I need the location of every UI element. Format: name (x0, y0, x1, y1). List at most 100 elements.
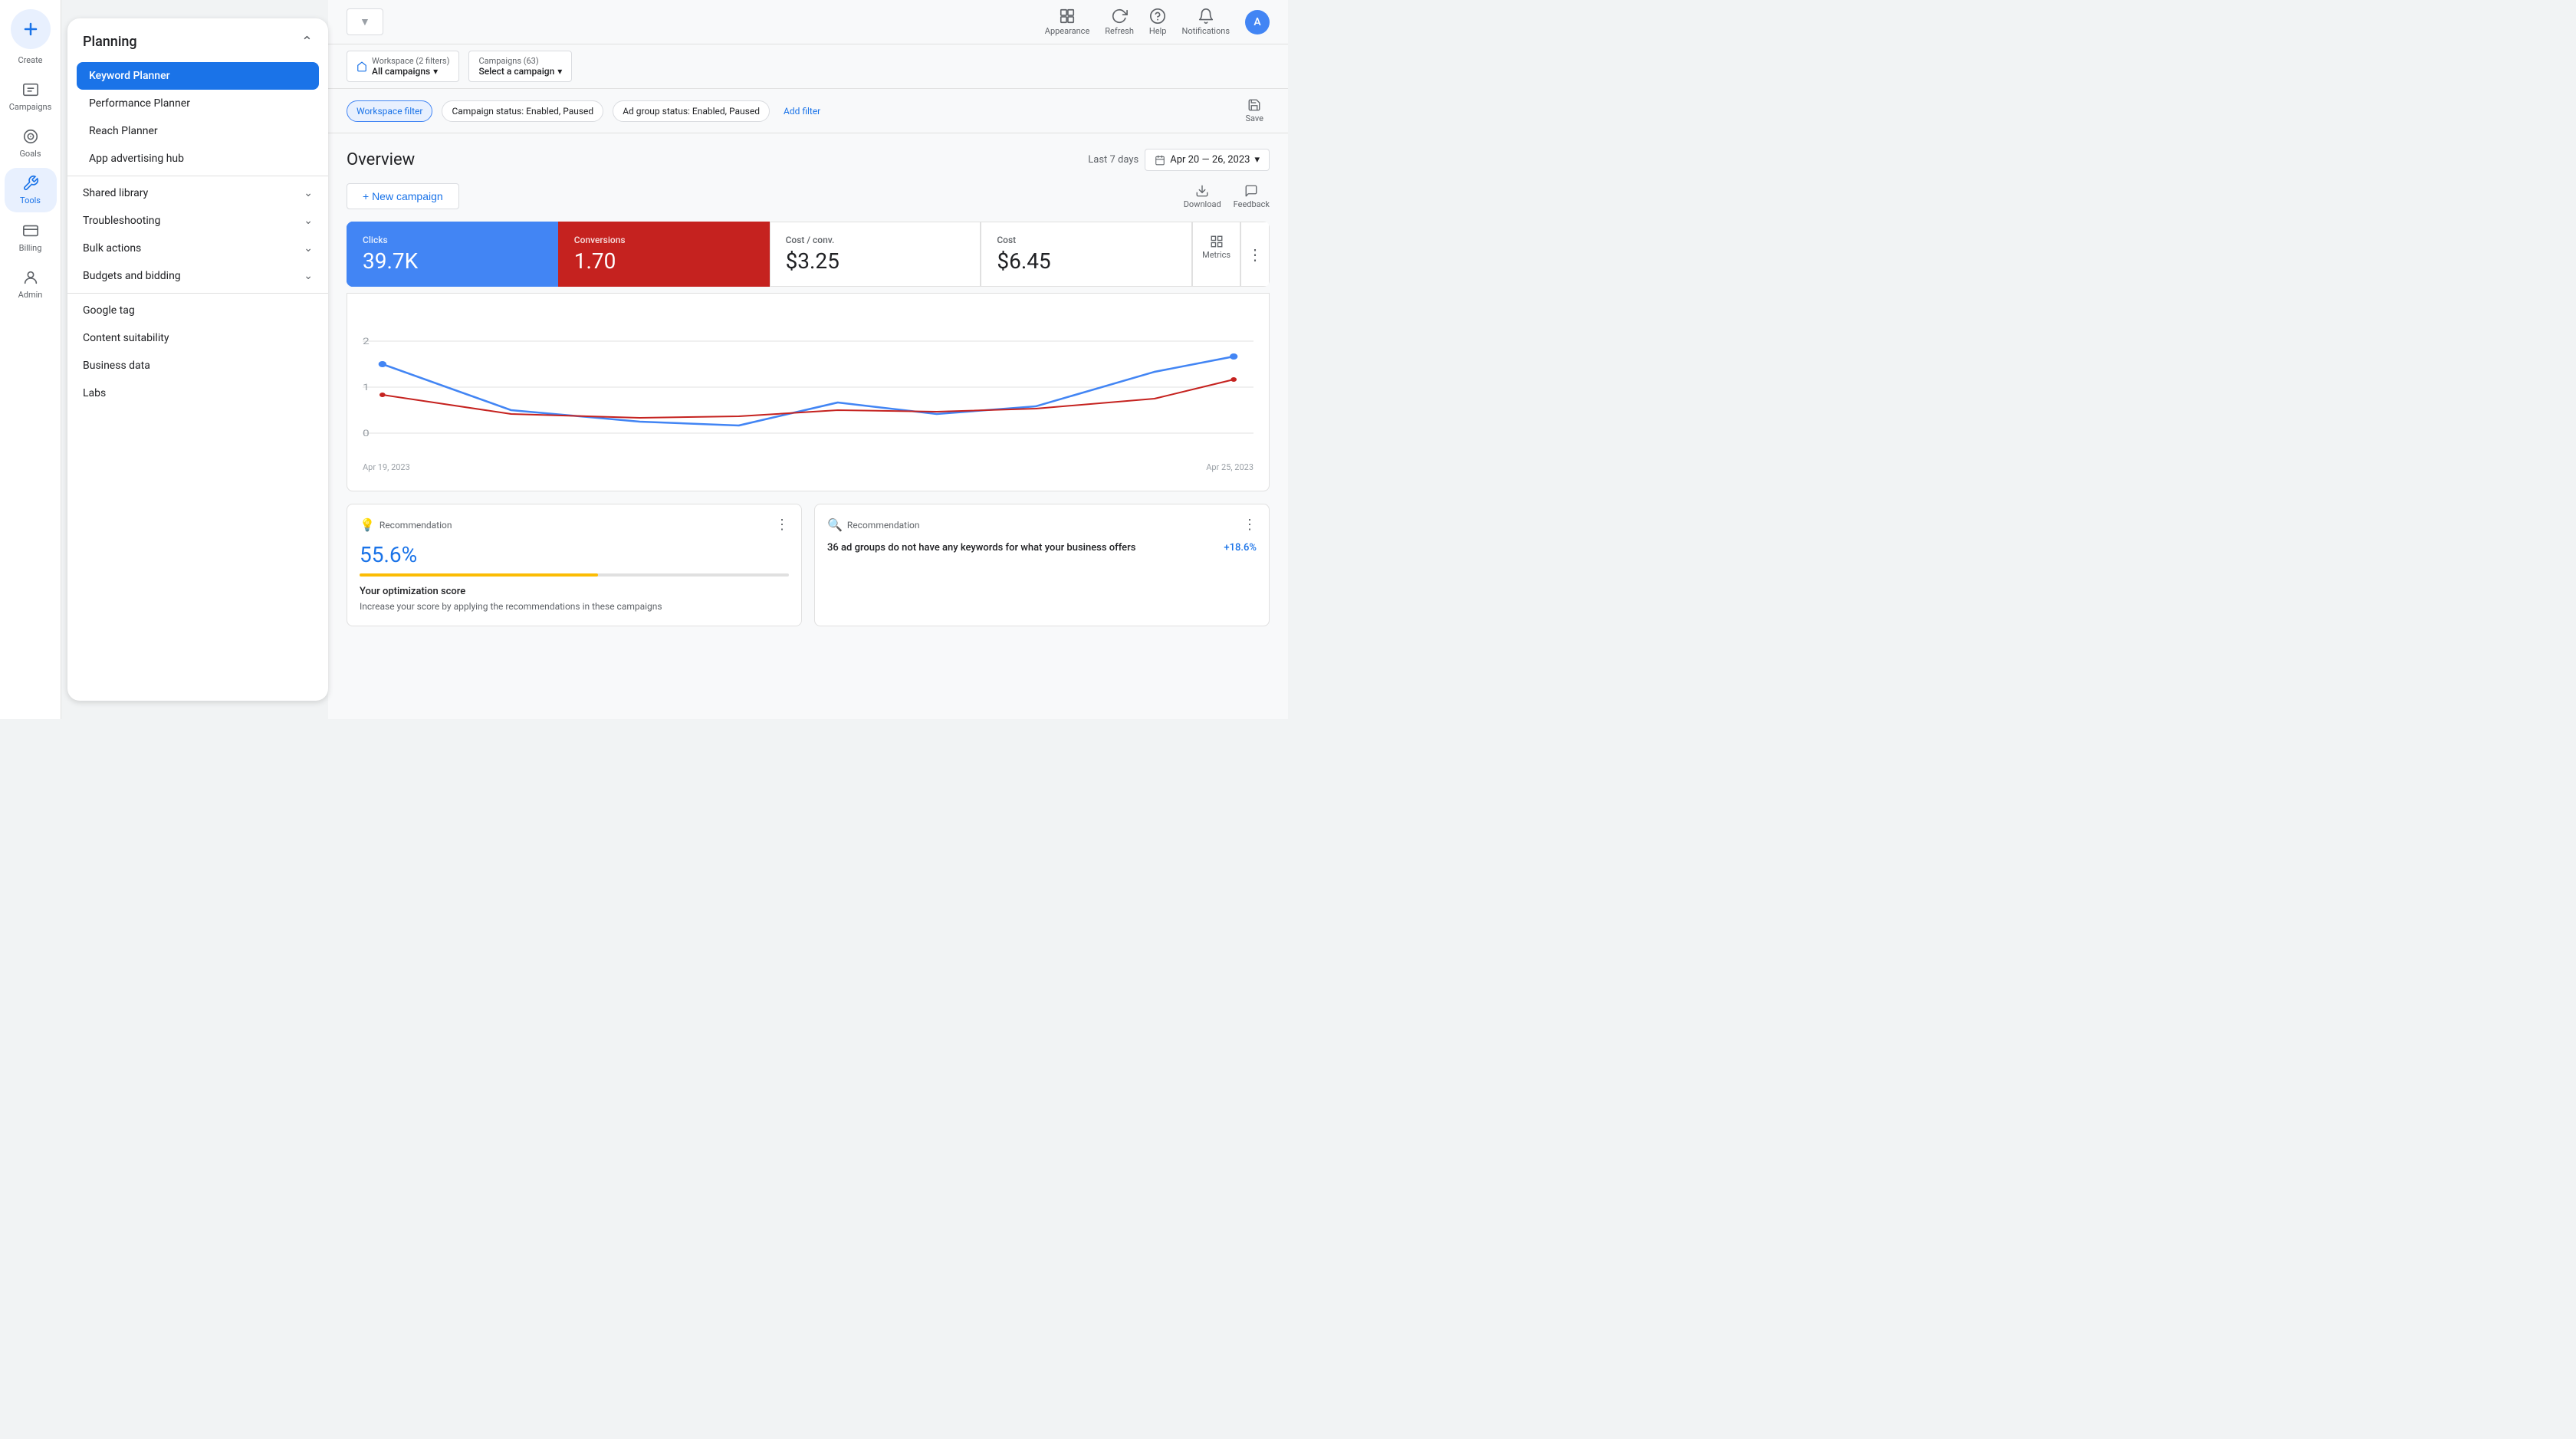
billing-label: Billing (19, 243, 42, 253)
menu-section-budgets-bidding[interactable]: Budgets and bidding ⌄ (67, 262, 328, 290)
conversions-label: Conversions (574, 235, 754, 245)
tools-label: Tools (20, 195, 41, 205)
sidebar-item-admin[interactable]: Admin (5, 262, 57, 306)
metrics-more-button[interactable]: ⋮ (1240, 222, 1270, 287)
billing-icon (21, 222, 40, 240)
metric-card-cost: Cost $6.45 (981, 222, 1192, 287)
feedback-label: Feedback (1234, 199, 1270, 209)
rec-label-1: 💡 Recommendation (360, 517, 452, 532)
rec-bar-fill (360, 573, 598, 577)
download-icon (1195, 184, 1209, 198)
feedback-icon (1244, 184, 1258, 198)
rec-content-2: 36 ad groups do not have any keywords fo… (827, 542, 1257, 557)
metrics-icon (1210, 235, 1224, 248)
date-range: Last 7 days Apr 20 — 26, 2023 ▾ (1088, 149, 1270, 171)
planning-close-button[interactable]: ⌃ (301, 34, 313, 50)
menu-item-labs[interactable]: Labs (67, 379, 328, 407)
rec-title-1: Your optimization score (360, 586, 789, 597)
content-area: Overview Last 7 days Apr 20 — 26, 2023 ▾ (328, 133, 1288, 719)
clicks-label: Clicks (363, 235, 542, 245)
menu-item-google-tag[interactable]: Google tag (67, 297, 328, 324)
menu-item-business-data[interactable]: Business data (67, 352, 328, 379)
chart-x-left: Apr 19, 2023 (363, 462, 410, 472)
menu-section-troubleshooting[interactable]: Troubleshooting ⌄ (67, 207, 328, 235)
troubleshooting-label: Troubleshooting (83, 215, 160, 227)
metrics-more-icon: ⋮ (1247, 245, 1263, 264)
actions-row: + New campaign Download (347, 183, 1270, 209)
sidebar-item-billing[interactable]: Billing (5, 215, 57, 259)
sidebar-item-tools[interactable]: Tools (5, 168, 57, 212)
feedback-button[interactable]: Feedback (1234, 184, 1270, 209)
tools-icon (21, 174, 40, 192)
cost-value: $6.45 (997, 248, 1176, 274)
menu-item-keyword-planner[interactable]: Keyword Planner (77, 62, 319, 90)
metrics-button[interactable]: Metrics (1192, 222, 1240, 287)
ad-group-status-filter[interactable]: Ad group status: Enabled, Paused (613, 100, 770, 122)
rec-bar-bg (360, 573, 789, 577)
save-button[interactable]: Save (1239, 95, 1270, 126)
menu-section-bulk-actions[interactable]: Bulk actions ⌄ (67, 235, 328, 262)
help-icon (1149, 8, 1166, 25)
notifications-button[interactable]: Notifications (1181, 8, 1230, 36)
rec-options-2[interactable]: ⋮ (1243, 517, 1257, 533)
recommendation-card-1: 💡 Recommendation ⋮ 55.6% Your optimizati… (347, 504, 802, 626)
actions-right: Download Feedback (1184, 184, 1270, 209)
budgets-bidding-label: Budgets and bidding (83, 270, 181, 282)
filter-bar: Workspace filter Campaign status: Enable… (328, 89, 1288, 133)
chart-x-labels: Apr 19, 2023 Apr 25, 2023 (363, 459, 1254, 475)
campaigns-select: Select a campaign ▾ (478, 66, 562, 77)
troubleshooting-chevron: ⌄ (304, 215, 313, 227)
new-campaign-button[interactable]: + New campaign (347, 183, 459, 209)
campaigns-dropdown[interactable]: Campaigns (63) Select a campaign ▾ (468, 51, 572, 82)
menu-section-shared-library[interactable]: Shared library ⌄ (67, 179, 328, 207)
rec-header-2: 🔍 Recommendation ⋮ (827, 517, 1257, 533)
clicks-value: 39.7K (363, 248, 542, 274)
menu-item-app-advertising[interactable]: App advertising hub (67, 145, 328, 172)
recommendation-card-2: 🔍 Recommendation ⋮ 36 ad groups do not h… (814, 504, 1270, 626)
date-value: Apr 20 — 26, 2023 (1170, 154, 1250, 166)
top-bar: ▼ Appearance (328, 0, 1288, 44)
appearance-button[interactable]: Appearance (1045, 8, 1090, 36)
create-button[interactable] (11, 9, 51, 49)
campaign-status-filter[interactable]: Campaign status: Enabled, Paused (442, 100, 603, 122)
rec-percentage: +18.6% (1224, 542, 1257, 554)
top-dropdown[interactable]: ▼ (347, 8, 383, 35)
user-avatar[interactable]: A (1245, 10, 1270, 34)
overview-title: Overview (347, 150, 415, 169)
calendar-icon (1155, 155, 1165, 166)
metrics-row: Clicks 39.7K Conversions 1.70 Cost / con… (347, 222, 1270, 287)
sidebar-item-goals[interactable]: Goals (5, 121, 57, 165)
main-content: ▼ Appearance (328, 0, 1288, 719)
rec-description-1: Increase your score by applying the reco… (360, 600, 789, 613)
workspace-filter-dropdown[interactable]: Workspace (2 filters) All campaigns ▾ (347, 51, 459, 82)
menu-item-performance-planner[interactable]: Performance Planner (67, 90, 328, 117)
add-filter-button[interactable]: Add filter (779, 101, 825, 121)
cost-conv-label: Cost / conv. (786, 235, 965, 245)
download-button[interactable]: Download (1184, 184, 1221, 209)
date-range-label: Last 7 days (1088, 154, 1138, 166)
bulk-actions-chevron: ⌄ (304, 242, 313, 255)
menu-item-content-suitability[interactable]: Content suitability (67, 324, 328, 352)
sidebar-item-campaigns[interactable]: Campaigns (5, 74, 57, 118)
save-icon (1247, 98, 1261, 112)
date-picker[interactable]: Apr 20 — 26, 2023 ▾ (1145, 149, 1270, 171)
divider-2 (67, 293, 328, 294)
overview-header: Overview Last 7 days Apr 20 — 26, 2023 ▾ (347, 149, 1270, 171)
planning-panel: Planning ⌃ Keyword Planner Performance P… (67, 18, 328, 701)
download-label: Download (1184, 199, 1221, 209)
create-label: Create (18, 55, 42, 65)
help-button[interactable]: Help (1149, 8, 1167, 36)
workspace-filter-chip[interactable]: Workspace filter (347, 100, 432, 122)
bulb-icon: 💡 (360, 517, 375, 532)
metric-card-conversions: Conversions 1.70 (558, 222, 770, 287)
rec-options-1[interactable]: ⋮ (775, 517, 789, 533)
chart-area: 0 1 2 Apr 19, 2023 Apr 25, 2 (347, 293, 1270, 491)
admin-label: Admin (18, 290, 43, 300)
bulk-actions-label: Bulk actions (83, 242, 141, 255)
menu-item-reach-planner[interactable]: Reach Planner (67, 117, 328, 145)
refresh-label: Refresh (1105, 26, 1134, 36)
refresh-icon (1111, 8, 1128, 25)
budgets-bidding-chevron: ⌄ (304, 270, 313, 282)
workspace-bar: Workspace (2 filters) All campaigns ▾ Ca… (328, 44, 1288, 89)
refresh-button[interactable]: Refresh (1105, 8, 1134, 36)
